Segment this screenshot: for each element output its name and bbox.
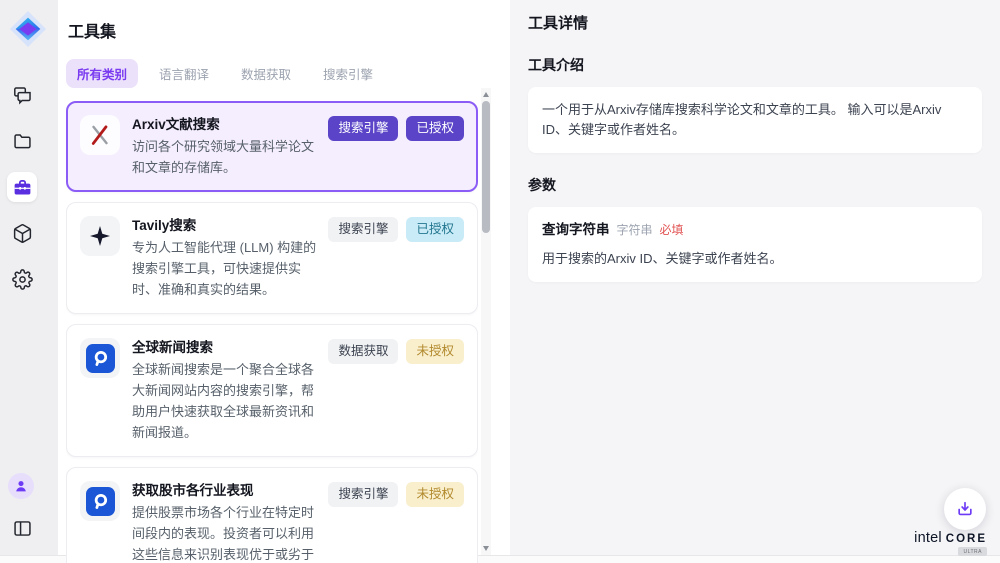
folder-icon <box>12 131 33 152</box>
quark-q-icon <box>80 481 120 521</box>
intel-core-logo: intel CORE Ultra <box>914 530 987 556</box>
tab-all-categories[interactable]: 所有类别 <box>66 59 138 88</box>
tool-card-tavily[interactable]: Tavily搜索 专为人工智能代理 (LLM) 构建的搜索引擎工具，可快速提供实… <box>66 202 478 314</box>
scrollbar-thumb[interactable] <box>482 101 490 233</box>
tool-card-arxiv[interactable]: Arxiv文献搜索 访问各个研究领域大量科学论文和文章的存储库。 搜索引擎 已授… <box>66 101 478 192</box>
tool-description: 提供股票市场各个行业在特定时间段内的表现。投资者可以利用这些信息来识别表现优于或… <box>132 502 316 563</box>
intro-box: 一个用于从Arxiv存储库搜索科学论文和文章的工具。 输入可以是Arxiv ID… <box>528 87 982 153</box>
scroll-up-arrow-icon[interactable] <box>483 92 489 97</box>
quark-q-icon <box>80 338 120 378</box>
tool-card-list: Arxiv文献搜索 访问各个研究领域大量科学论文和文章的存储库。 搜索引擎 已授… <box>66 101 478 563</box>
collapse-sidebar-icon <box>12 518 33 539</box>
user-icon <box>13 478 29 494</box>
params-heading: 参数 <box>528 175 982 195</box>
page-title: 工具集 <box>68 18 510 42</box>
category-tabs: 所有类别 语言翻译 数据获取 搜索引擎 <box>66 59 510 88</box>
download-button[interactable] <box>944 488 986 530</box>
category-badge: 数据获取 <box>328 339 398 364</box>
tool-detail-panel: 工具详情 工具介绍 一个用于从Arxiv存储库搜索科学论文和文章的工具。 输入可… <box>510 0 1000 555</box>
app-window: 工具集 所有类别 语言翻译 数据获取 搜索引擎 Arxiv文献搜索 访问各个研究… <box>0 0 1000 555</box>
param-type: 字符串 <box>617 220 653 240</box>
sidebar-item-chat[interactable] <box>7 80 37 110</box>
auth-status-badge: 未授权 <box>406 482 464 507</box>
tool-description: 专为人工智能代理 (LLM) 构建的搜索引擎工具，可快速提供实时、准确和真实的结… <box>132 237 316 300</box>
arxiv-logo-icon <box>80 115 120 155</box>
sidebar-item-tools[interactable] <box>7 172 37 202</box>
param-box: 查询字符串 字符串 必填 用于搜索的Arxiv ID、关键字或作者姓名。 <box>528 207 982 282</box>
param-required-label: 必填 <box>660 220 684 240</box>
tool-name: Tavily搜索 <box>132 216 316 235</box>
tavily-star-icon <box>80 216 120 256</box>
intro-heading: 工具介绍 <box>528 55 982 75</box>
tab-translation[interactable]: 语言翻译 <box>148 59 220 88</box>
param-description: 用于搜索的Arxiv ID、关键字或作者姓名。 <box>542 249 968 269</box>
core-wordmark: CORE <box>946 533 987 545</box>
rail-nav <box>0 80 58 310</box>
tools-list-panel: 工具集 所有类别 语言翻译 数据获取 搜索引擎 Arxiv文献搜索 访问各个研究… <box>58 0 510 555</box>
tool-name: 获取股市各行业表现 <box>132 481 316 500</box>
sidebar-item-packages[interactable] <box>7 218 37 248</box>
package-icon <box>12 223 33 244</box>
category-badge: 搜索引擎 <box>328 116 398 141</box>
sidebar-item-files[interactable] <box>7 126 37 156</box>
sidebar-item-settings[interactable] <box>7 264 37 294</box>
auth-status-badge: 已授权 <box>406 217 464 242</box>
app-logo-icon <box>9 10 47 48</box>
auth-status-badge: 已授权 <box>406 116 464 141</box>
scroll-down-arrow-icon[interactable] <box>483 546 489 551</box>
toolbox-icon <box>12 177 33 198</box>
collapse-sidebar-button[interactable] <box>7 513 37 543</box>
tool-name: Arxiv文献搜索 <box>132 115 316 134</box>
user-avatar[interactable] <box>8 473 34 499</box>
tool-description: 全球新闻搜索是一个聚合全球各大新闻网站内容的搜索引擎，帮助用户快速获取全球最新资… <box>132 359 316 443</box>
tool-name: 全球新闻搜索 <box>132 338 316 357</box>
chat-icon <box>12 85 33 106</box>
rail-bottom <box>0 473 58 555</box>
gear-icon <box>12 269 33 290</box>
tab-data-fetch[interactable]: 数据获取 <box>230 59 302 88</box>
auth-status-badge: 未授权 <box>406 339 464 364</box>
intel-wordmark: intel <box>914 530 942 546</box>
category-badge: 搜索引擎 <box>328 482 398 507</box>
ultra-badge: Ultra <box>958 547 987 556</box>
tab-search-engine[interactable]: 搜索引擎 <box>312 59 384 88</box>
left-icon-rail <box>0 0 58 555</box>
tool-card-sector-performance[interactable]: 获取股市各行业表现 提供股票市场各个行业在特定时间段内的表现。投资者可以利用这些… <box>66 467 478 563</box>
tool-description: 访问各个研究领域大量科学论文和文章的存储库。 <box>132 136 316 178</box>
download-icon <box>955 499 975 519</box>
param-name: 查询字符串 <box>542 220 610 240</box>
tool-card-global-news[interactable]: 全球新闻搜索 全球新闻搜索是一个聚合全球各大新闻网站内容的搜索引擎，帮助用户快速… <box>66 324 478 457</box>
list-scrollbar[interactable] <box>481 88 491 555</box>
detail-title: 工具详情 <box>528 12 982 33</box>
category-badge: 搜索引擎 <box>328 217 398 242</box>
